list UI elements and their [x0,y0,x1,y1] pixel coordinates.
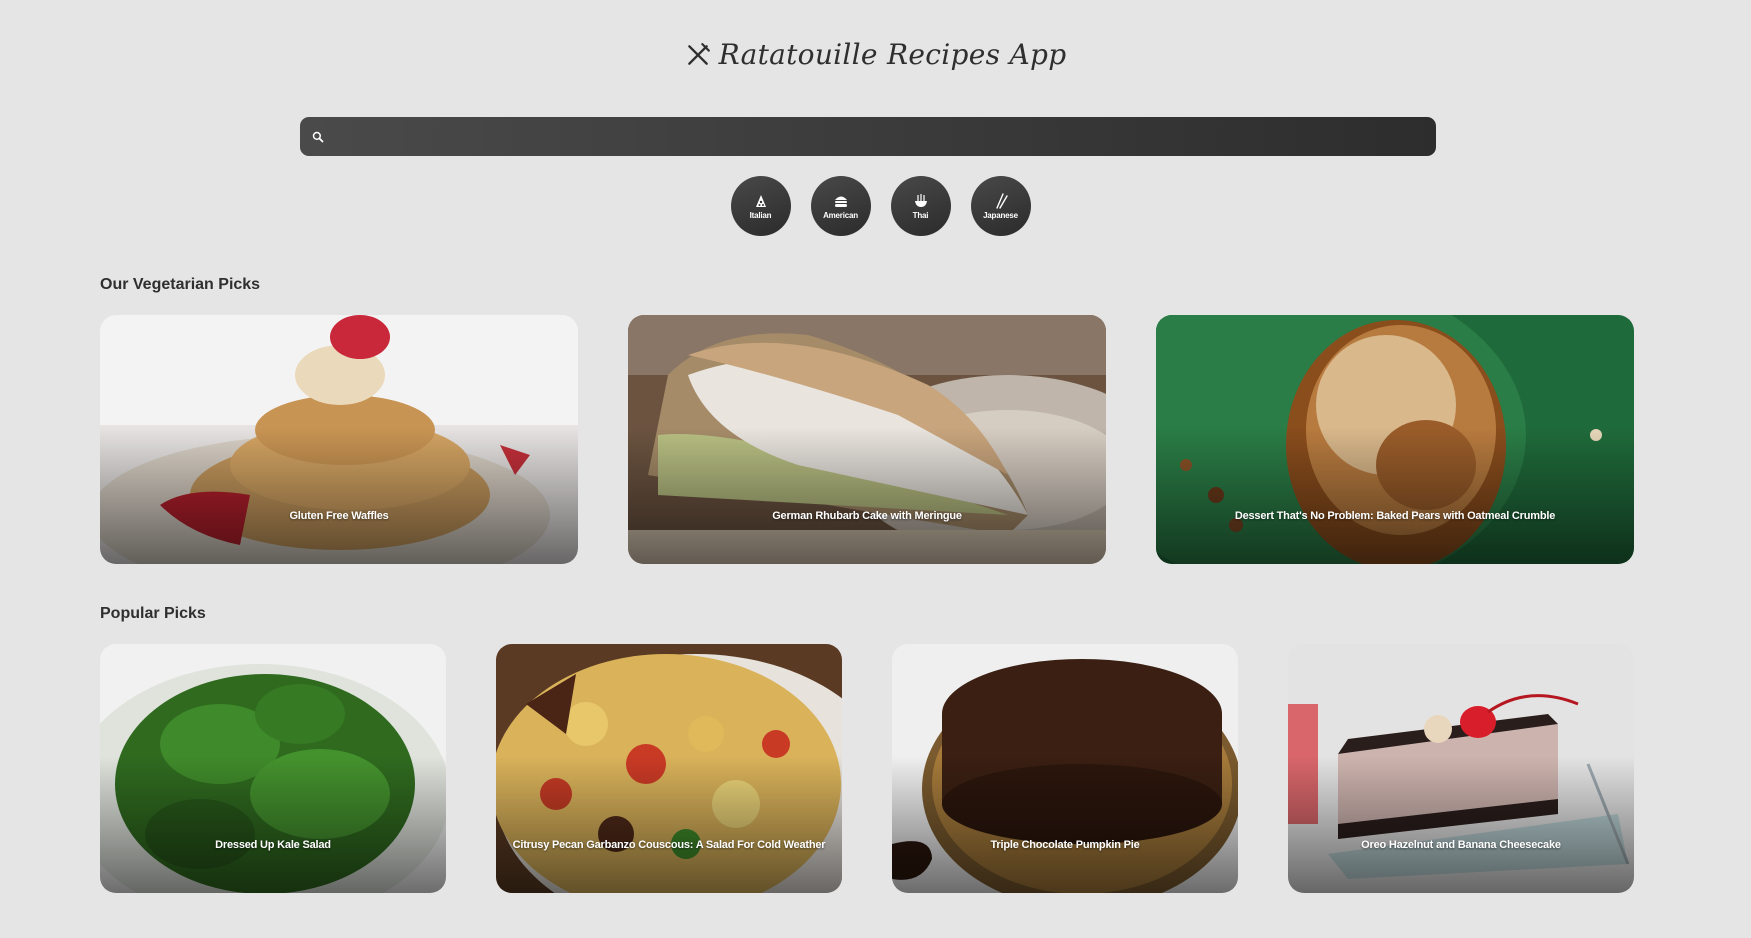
app-title: Ratatouille Recipes App [718,38,1067,71]
card-overlay [496,644,842,893]
recipe-card[interactable]: Oreo Hazelnut and Banana Cheesecake [1288,644,1634,893]
recipe-card[interactable]: Triple Chocolate Pumpkin Pie [892,644,1238,893]
app-logo[interactable]: Ratatouille Recipes App [0,38,1751,71]
utensils-icon [687,42,710,65]
pizza-icon [755,194,766,207]
category-label: Italian [749,210,772,220]
vegetarian-section-heading: Our Vegetarian Picks [100,276,261,293]
vegetarian-cards: Gluten Free Waffles German Rhubarb Cake … [100,315,1634,564]
recipe-title: Triple Chocolate Pumpkin Pie [990,839,1140,851]
burger-icon [834,196,847,207]
category-american[interactable]: American [810,176,871,236]
recipe-title: Dressed Up Kale Salad [215,839,331,851]
category-label: Japanese [983,210,1018,220]
search-bar[interactable] [300,117,1436,156]
category-thai[interactable]: Thai [890,176,951,236]
recipe-title: Dessert That's No Problem: Baked Pears w… [1234,510,1556,522]
recipe-title: Citrusy Pecan Garbanzo Couscous: A Salad… [512,839,826,851]
recipe-title: German Rhubarb Cake with Meringue [772,510,962,522]
chopsticks-icon [995,192,1008,209]
app-root: Ratatouille Recipes App Italian American… [0,0,1751,938]
search-input[interactable] [324,117,1436,156]
card-overlay [1288,644,1634,893]
category-japanese[interactable]: Japanese [970,176,1031,236]
category-label: American [823,210,858,220]
recipe-title: Gluten Free Waffles [289,510,389,522]
card-overlay [628,315,1106,564]
card-overlay [1156,315,1634,564]
category-label: Thai [912,210,929,220]
search-icon [312,131,324,142]
category-list: Italian American Thai Japanese [0,176,1751,236]
noodle-bowl-icon [914,193,927,207]
card-overlay [100,644,446,893]
card-overlay [100,315,578,564]
category-italian[interactable]: Italian [730,176,791,236]
popular-section-heading: Popular Picks [100,605,206,622]
recipe-card[interactable]: Dressed Up Kale Salad [100,644,446,893]
popular-cards: Dressed Up Kale Salad Citrusy Pecan Garb… [100,644,1634,893]
recipe-card[interactable]: Citrusy Pecan Garbanzo Couscous: A Salad… [496,644,842,893]
recipe-title: Oreo Hazelnut and Banana Cheesecake [1361,839,1561,851]
recipe-card[interactable]: Gluten Free Waffles [100,315,578,564]
recipe-card[interactable]: German Rhubarb Cake with Meringue [628,315,1106,564]
card-overlay [892,644,1238,893]
recipe-card[interactable]: Dessert That's No Problem: Baked Pears w… [1156,315,1634,564]
